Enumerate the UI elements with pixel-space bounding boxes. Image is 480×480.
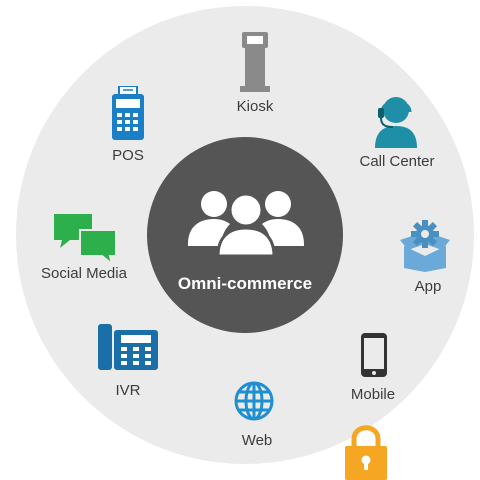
kiosk-icon xyxy=(240,32,270,92)
channel-label-kiosk: Kiosk xyxy=(236,98,274,115)
desk-phone-icon xyxy=(98,324,158,370)
chat-bubbles-icon xyxy=(54,214,116,264)
mobile-phone-icon xyxy=(361,333,387,377)
headset-agent-icon xyxy=(375,97,417,148)
users-group-icon xyxy=(188,191,304,256)
channel-label-web: Web xyxy=(241,432,273,449)
hub-label: Omni-commerce xyxy=(177,274,313,293)
channel-label-social-media: Social Media xyxy=(41,265,127,282)
app-box-gear-icon xyxy=(400,220,450,272)
globe-icon xyxy=(234,381,274,421)
channel-label-mobile: Mobile xyxy=(350,386,396,403)
pos-terminal-icon xyxy=(112,86,144,140)
channel-label-app: App xyxy=(414,278,442,295)
omni-commerce-diagram: Omni-commerce Kiosk Call Center App Mobi… xyxy=(0,0,480,480)
padlock-icon xyxy=(345,425,387,480)
channel-label-ivr: IVR xyxy=(115,382,141,399)
channel-label-pos: POS xyxy=(112,147,144,164)
channel-label-call-center: Call Center xyxy=(359,153,435,170)
